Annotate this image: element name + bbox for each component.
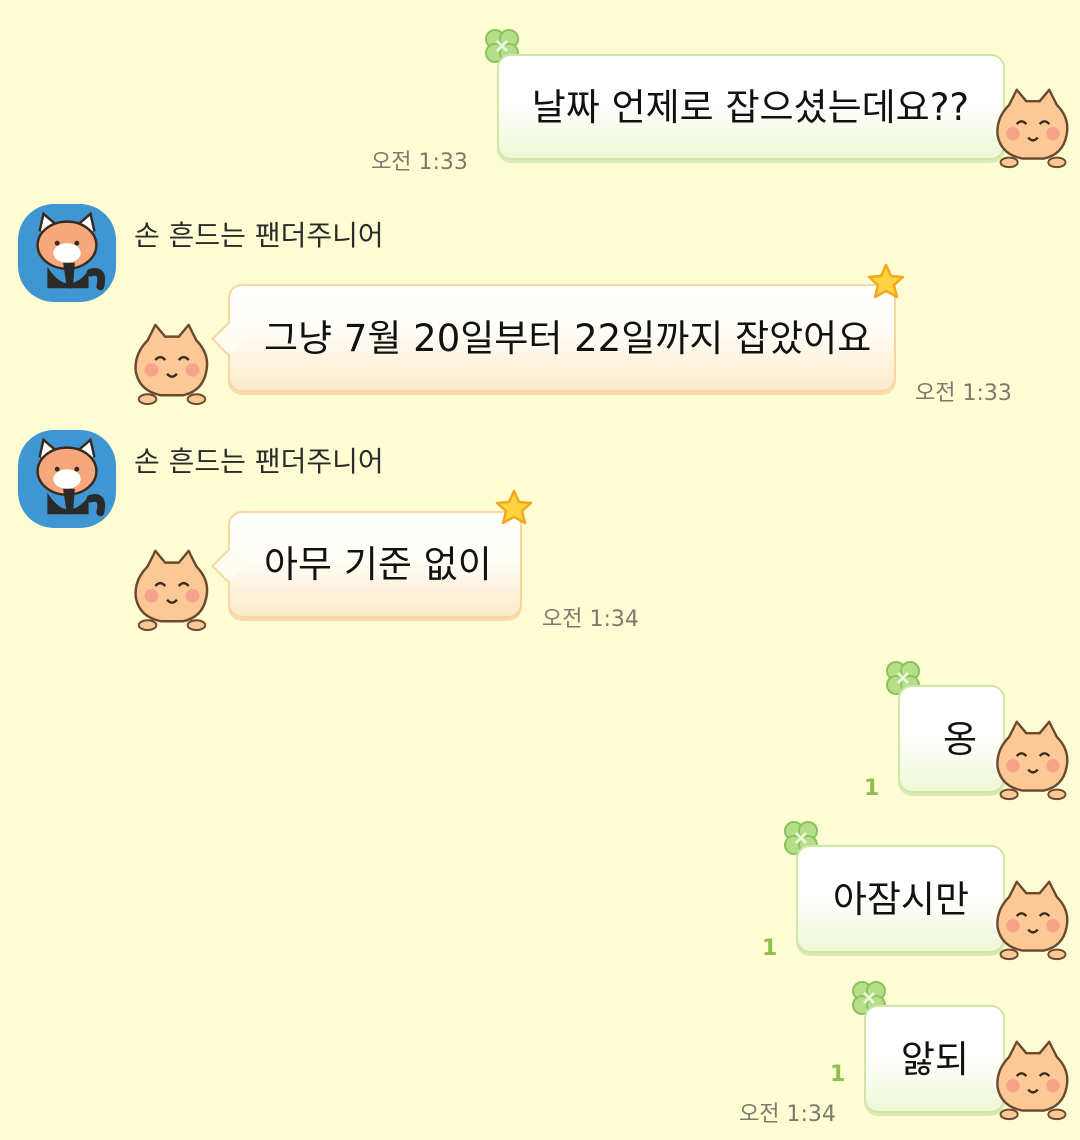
star-icon <box>866 262 906 302</box>
message-text: 옹 <box>942 717 977 761</box>
unread-count: 1 <box>762 936 778 961</box>
sticker-icon <box>128 544 216 634</box>
message-text: 아잠시만 <box>832 877 969 921</box>
message-bubble[interactable]: 옹 <box>898 685 1005 793</box>
unread-count: 1 <box>830 1062 846 1087</box>
message-text: 아무 기준 없이 <box>264 543 492 586</box>
sender-name: 손 흔드는 팬더주니어 <box>134 219 384 252</box>
sticker-icon <box>128 318 216 408</box>
message-bubble[interactable]: 앓되 <box>864 1005 1005 1113</box>
message-bubble[interactable]: 날짜 언제로 잡으셨는데요?? <box>497 54 1005 160</box>
message-bubble[interactable]: 그냥 7월 20일부터 22일까지 잡았어요 <box>228 284 896 392</box>
panda-icon <box>18 204 116 302</box>
message-time: 오전 1:33 <box>371 150 468 175</box>
message-time: 오전 1:34 <box>739 1102 836 1127</box>
profile-sticker-icon <box>990 872 1076 966</box>
message-text: 날짜 언제로 잡으셨는데요?? <box>531 85 969 129</box>
unread-count: 1 <box>864 776 880 801</box>
message-time: 오전 1:33 <box>915 381 1012 406</box>
profile-sticker-icon <box>990 1032 1076 1126</box>
profile-sticker-icon <box>990 712 1076 806</box>
message-text: 그냥 7월 20일부터 22일까지 잡았어요 <box>264 316 872 360</box>
star-icon <box>494 488 534 528</box>
message-bubble[interactable]: 아무 기준 없이 <box>228 511 522 618</box>
profile-sticker-icon <box>990 80 1076 174</box>
message-text: 앓되 <box>900 1037 969 1081</box>
message-bubble[interactable]: 아잠시만 <box>796 845 1005 953</box>
message-time: 오전 1:34 <box>542 607 639 632</box>
avatar[interactable] <box>18 430 116 528</box>
sender-name: 손 흔드는 팬더주니어 <box>134 445 384 478</box>
avatar[interactable] <box>18 204 116 302</box>
panda-icon <box>18 430 116 528</box>
